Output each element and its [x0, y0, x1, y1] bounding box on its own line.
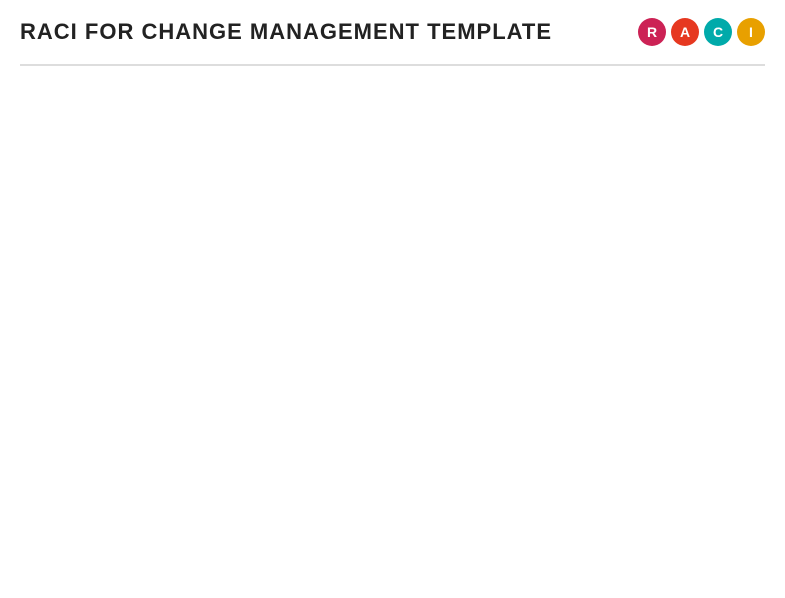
subtitle-row [20, 56, 765, 66]
legend-circle-a: A [671, 18, 699, 46]
main-title: RACI FOR CHANGE MANAGEMENT TEMPLATE [20, 19, 552, 45]
legend-circle-r: R [638, 18, 666, 46]
raci-legend-circles: RACI [638, 18, 765, 46]
legend-circle-i: I [737, 18, 765, 46]
legend-circle-c: C [704, 18, 732, 46]
title-row: RACI FOR CHANGE MANAGEMENT TEMPLATE RACI [20, 18, 765, 46]
